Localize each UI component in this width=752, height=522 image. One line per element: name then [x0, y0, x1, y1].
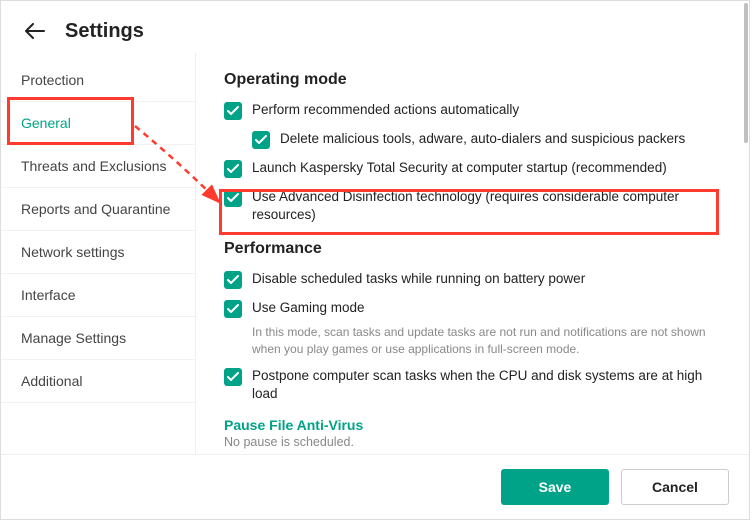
checkbox-label: Postpone computer scan tasks when the CP…	[252, 367, 721, 403]
section-title-operating: Operating mode	[224, 71, 721, 89]
checkbox-icon	[224, 160, 242, 178]
content-panel: Operating mode Perform recommended actio…	[196, 53, 749, 454]
checkbox-label: Delete malicious tools, adware, auto-dia…	[280, 130, 685, 148]
cancel-button[interactable]: Cancel	[621, 469, 729, 505]
checkbox-icon	[224, 300, 242, 318]
sidebar: Protection General Threats and Exclusion…	[1, 53, 196, 454]
checkbox-row[interactable]: Launch Kaspersky Total Security at compu…	[224, 159, 721, 178]
sidebar-item-reports[interactable]: Reports and Quarantine	[1, 188, 195, 231]
checkbox-label: Perform recommended actions automaticall…	[252, 101, 519, 119]
checkbox-label: Use Gaming mode	[252, 299, 365, 317]
checkbox-icon	[224, 368, 242, 386]
sidebar-item-interface[interactable]: Interface	[1, 274, 195, 317]
sidebar-item-protection[interactable]: Protection	[1, 59, 195, 102]
sidebar-item-general[interactable]: General	[1, 102, 195, 145]
checkbox-icon	[224, 102, 242, 120]
checkbox-row-advanced-disinfection[interactable]: Use Advanced Disinfection technology (re…	[224, 188, 721, 224]
scrollbar-thumb[interactable]	[744, 3, 748, 143]
pause-desc: No pause is scheduled.	[224, 435, 721, 449]
checkbox-row[interactable]: Disable scheduled tasks while running on…	[224, 270, 721, 289]
checkbox-row[interactable]: Perform recommended actions automaticall…	[224, 101, 721, 120]
checkbox-row[interactable]: Delete malicious tools, adware, auto-dia…	[252, 130, 721, 149]
sidebar-item-threats[interactable]: Threats and Exclusions	[1, 145, 195, 188]
sidebar-item-network[interactable]: Network settings	[1, 231, 195, 274]
sidebar-item-additional[interactable]: Additional	[1, 360, 195, 403]
checkbox-icon	[224, 189, 242, 207]
save-button[interactable]: Save	[501, 469, 609, 505]
arrow-left-icon	[25, 23, 45, 39]
page-title: Settings	[65, 20, 144, 43]
checkbox-label: Disable scheduled tasks while running on…	[252, 270, 585, 288]
scrollbar[interactable]	[743, 1, 749, 519]
section-title-performance: Performance	[224, 240, 721, 258]
checkbox-label: Use Advanced Disinfection technology (re…	[252, 188, 721, 224]
checkbox-label: Launch Kaspersky Total Security at compu…	[252, 159, 667, 177]
sidebar-item-manage[interactable]: Manage Settings	[1, 317, 195, 360]
back-button[interactable]	[23, 19, 47, 43]
checkbox-icon	[224, 271, 242, 289]
pause-link[interactable]: Pause File Anti-Virus	[224, 417, 721, 433]
checkbox-desc: In this mode, scan tasks and update task…	[252, 324, 721, 356]
checkbox-row[interactable]: Use Gaming mode	[224, 299, 721, 318]
checkbox-icon	[252, 131, 270, 149]
checkbox-row[interactable]: Postpone computer scan tasks when the CP…	[224, 367, 721, 403]
